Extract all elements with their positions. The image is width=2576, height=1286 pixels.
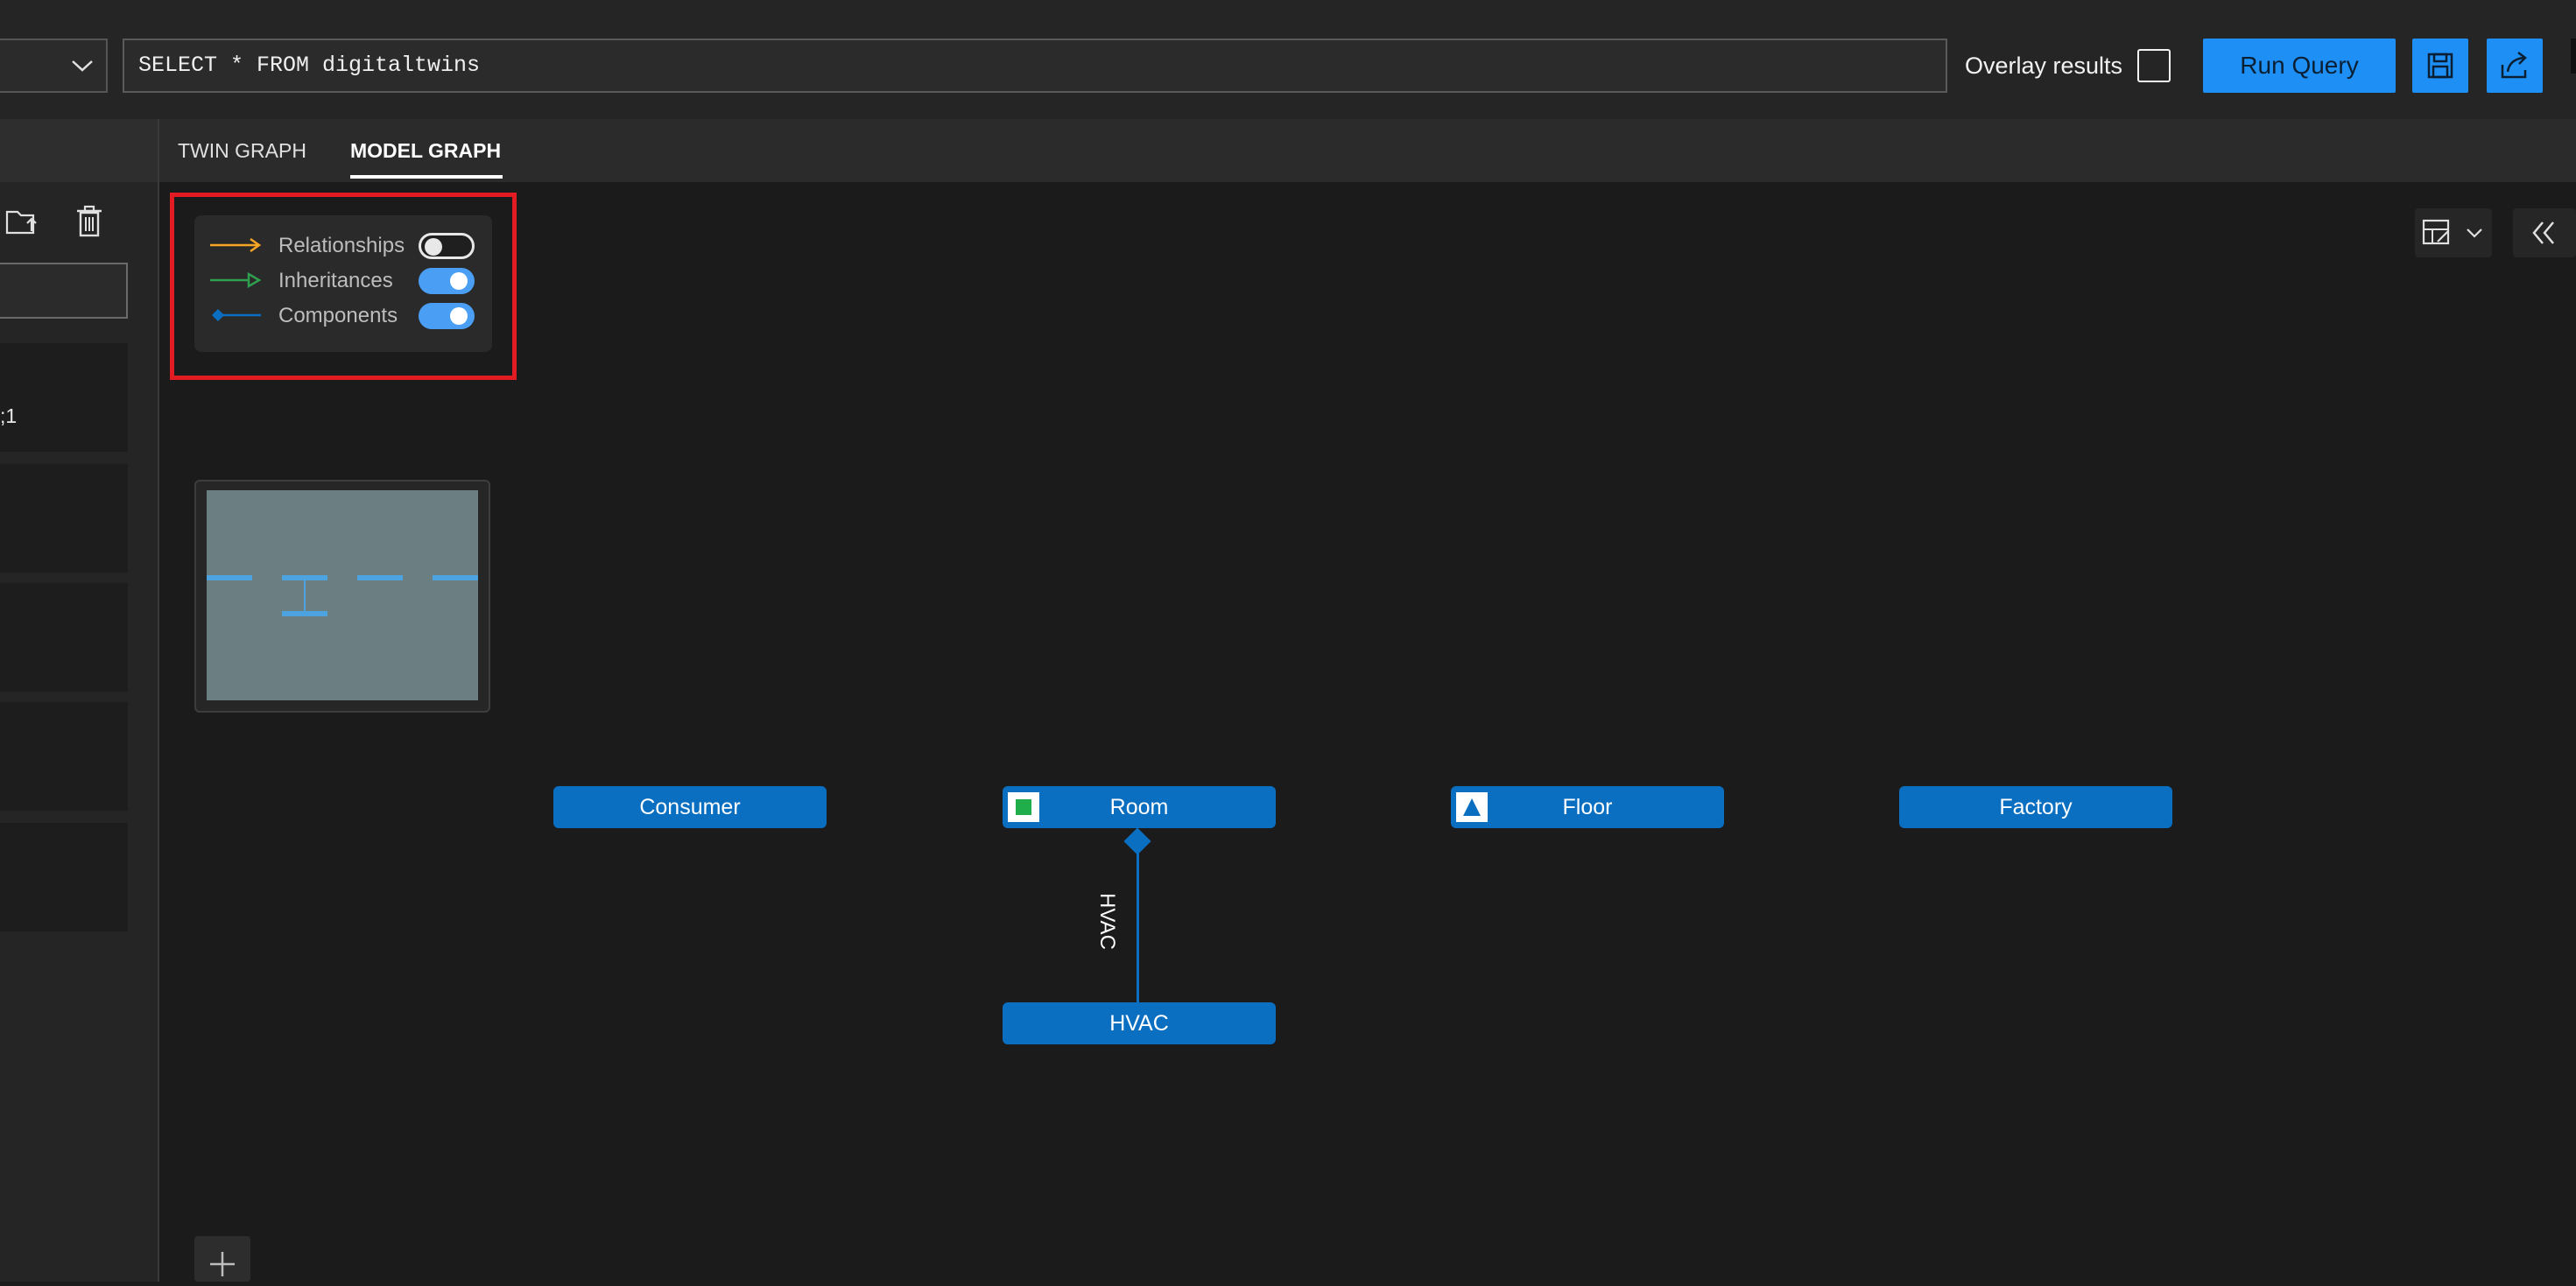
components-toggle[interactable]	[419, 303, 475, 329]
relationship-arrow-icon	[210, 237, 262, 253]
minimap-edge	[304, 580, 306, 611]
active-tab-indicator	[350, 175, 503, 179]
window-edge	[2571, 39, 2576, 74]
toggle-knob	[450, 307, 468, 325]
node-label: HVAC	[1109, 1011, 1169, 1036]
legend-components-label: Components	[278, 304, 398, 327]
models-panel-header	[0, 119, 158, 182]
minimap-node	[433, 575, 478, 580]
plus-icon	[210, 1252, 235, 1276]
edge-label: HVAC	[1095, 893, 1119, 950]
layout-view-menu[interactable]	[2415, 208, 2492, 257]
share-icon	[2501, 52, 2527, 79]
blue-triangle-icon	[1456, 792, 1488, 822]
toggle-knob	[450, 272, 468, 290]
save-query-button[interactable]	[2412, 39, 2468, 93]
node-label: Factory	[1999, 795, 2073, 819]
toggle-knob	[425, 238, 442, 256]
run-query-button[interactable]: Run Query	[2203, 39, 2396, 93]
tab-model-graph[interactable]: MODEL GRAPH	[350, 137, 501, 165]
save-icon	[2427, 53, 2453, 79]
overlay-results-checkbox[interactable]	[2137, 49, 2171, 82]
node-label: Consumer	[639, 795, 741, 819]
model-node-factory[interactable]: Factory	[1899, 786, 2172, 828]
minimap-viewport[interactable]	[207, 490, 478, 700]
share-query-button[interactable]	[2487, 39, 2543, 93]
overlay-results-label: Overlay results	[1965, 53, 2123, 79]
green-square-icon	[1008, 792, 1039, 822]
component-diamond-icon	[212, 309, 261, 321]
upload-folder-icon[interactable]	[5, 207, 40, 242]
graph-tab-bar	[159, 119, 2576, 182]
model-list-item[interactable]	[0, 823, 128, 931]
model-node-room[interactable]: Room	[1003, 786, 1276, 828]
model-list-item[interactable]	[0, 343, 128, 452]
model-node-hvac[interactable]: HVAC	[1003, 1002, 1276, 1044]
minimap-node	[207, 575, 252, 580]
minimap-node	[282, 611, 327, 616]
models-search-input[interactable]	[0, 263, 128, 319]
relationships-toggle[interactable]	[419, 233, 475, 259]
double-chevron-left-icon	[2532, 221, 2554, 244]
legend-inheritances-label: Inheritances	[278, 269, 393, 292]
model-list-item-text: ;1	[0, 404, 18, 427]
node-label: Room	[1109, 795, 1169, 819]
component-edge-line[interactable]	[1137, 840, 1139, 1003]
node-label: Floor	[1562, 795, 1613, 819]
zoom-in-button[interactable]	[194, 1236, 250, 1282]
layout-icon	[2422, 219, 2482, 245]
model-list-item[interactable]	[0, 464, 128, 573]
minimap-node	[357, 575, 403, 580]
collapse-panel-button[interactable]	[2513, 208, 2576, 257]
query-input[interactable]: SELECT * FROM digitaltwins	[123, 39, 1947, 93]
model-node-consumer[interactable]: Consumer	[553, 786, 827, 828]
model-selector-dropdown[interactable]	[0, 39, 108, 93]
delete-icon[interactable]	[75, 205, 103, 242]
chevron-down-icon	[72, 60, 93, 72]
model-list-item[interactable]	[0, 702, 128, 811]
inheritances-toggle[interactable]	[419, 268, 475, 294]
model-graph-canvas[interactable]	[159, 182, 2576, 1282]
model-node-floor[interactable]: Floor	[1451, 786, 1724, 828]
model-list-item[interactable]	[0, 583, 128, 692]
graph-legend: Relationships Inheritances Components	[194, 215, 492, 352]
inheritance-arrow-icon	[210, 271, 262, 289]
legend-relationships-label: Relationships	[278, 234, 405, 257]
tab-twin-graph[interactable]: TWIN GRAPH	[178, 137, 306, 165]
